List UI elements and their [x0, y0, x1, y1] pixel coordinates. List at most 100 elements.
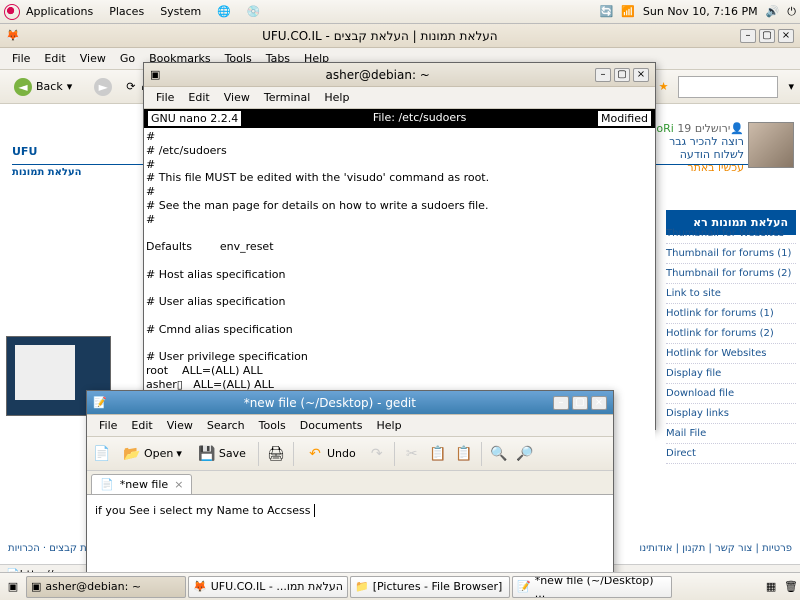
terminal-icon: ▣	[31, 580, 41, 593]
folder-icon: 📁	[355, 580, 369, 593]
gedit-titlebar[interactable]: 📝 *new file (~/Desktop) - gedit – ▢ ×	[87, 391, 613, 415]
back-button[interactable]: ◄Back▾	[6, 76, 80, 98]
update-icon[interactable]: 🔄	[599, 5, 613, 18]
separator	[258, 442, 259, 466]
close-tab-icon[interactable]: ×	[174, 478, 183, 491]
gnome-bottom-panel: ▣ ▣asher@debian: ~ 🦊UFU.CO.IL - ...העלאת…	[0, 572, 800, 600]
menu-search[interactable]: Search	[201, 417, 251, 434]
sidebar-link[interactable]: Hotlink for forums (1)	[666, 304, 796, 324]
sidebar-link[interactable]: Link to site	[666, 284, 796, 304]
gedit-icon: 📝	[517, 580, 531, 593]
trash-icon[interactable]: 🗑	[784, 580, 798, 593]
save-button[interactable]: 💾Save	[194, 443, 250, 465]
zoom-button[interactable]: ▾	[788, 80, 794, 93]
page-footer-links[interactable]: פרטיות | צור קשר | תקנון | אודותינו	[639, 543, 792, 554]
sidebar-link[interactable]: Hotlink for forums (2)	[666, 324, 796, 344]
sidebar-link[interactable]: Direct	[666, 444, 796, 464]
disk-icon: 💾	[198, 445, 216, 463]
menu-file[interactable]: File	[150, 89, 180, 106]
open-button[interactable]: 📂Open▾	[119, 443, 186, 465]
sidebar-link[interactable]: Display links	[666, 404, 796, 424]
sidebar-link[interactable]: Display file	[666, 364, 796, 384]
maximize-button[interactable]: ▢	[572, 396, 588, 410]
workspace-switcher[interactable]: ▦	[760, 580, 782, 593]
menu-edit[interactable]: Edit	[38, 50, 71, 67]
menu-tools[interactable]: Tools	[253, 417, 292, 434]
menu-places[interactable]: Places	[105, 3, 148, 20]
nano-modified: Modified	[598, 111, 651, 126]
network-icon[interactable]: 📶	[621, 5, 635, 18]
sidebar-link[interactable]: Thumbnail for forums (1)	[666, 244, 796, 264]
star-icon[interactable]: ★	[659, 80, 669, 93]
terminal-window: ▣ asher@debian: ~ – ▢ × File Edit View T…	[143, 62, 656, 430]
gedit-window: 📝 *new file (~/Desktop) - gedit – ▢ × Fi…	[86, 390, 614, 584]
editor-area[interactable]: if you See i select my Name to Accsess	[87, 495, 613, 525]
firefox-icon: 🦊	[193, 580, 207, 593]
menu-view[interactable]: View	[218, 89, 256, 106]
menu-go[interactable]: Go	[114, 50, 141, 67]
nano-version: GNU nano 2.2.4	[148, 111, 241, 126]
menu-view[interactable]: View	[74, 50, 112, 67]
show-desktop-icon[interactable]: ▣	[2, 580, 24, 593]
cursor	[310, 504, 315, 517]
close-button[interactable]: ×	[591, 396, 607, 410]
menu-edit[interactable]: Edit	[125, 417, 158, 434]
replace-icon[interactable]: 🔎	[516, 445, 534, 463]
copy-icon[interactable]: 📋	[429, 445, 447, 463]
clock[interactable]: Sun Nov 10, 7:16 PM	[643, 5, 758, 18]
task-gedit[interactable]: 📝*new file (~/Desktop) ...	[512, 576, 672, 598]
new-icon[interactable]: 📄	[93, 445, 111, 463]
minimize-button[interactable]: –	[553, 396, 569, 410]
sidebar-links: Thumbnail for WebsitesThumbnail for foru…	[666, 124, 796, 464]
undo-button[interactable]: ↶Undo	[302, 443, 360, 465]
print-icon[interactable]: 🖨	[267, 445, 285, 463]
maximize-button[interactable]: ▢	[614, 68, 630, 82]
debian-icon[interactable]	[4, 4, 20, 20]
undo-icon: ↶	[306, 445, 324, 463]
menu-terminal[interactable]: Terminal	[258, 89, 317, 106]
menu-system[interactable]: System	[156, 3, 205, 20]
close-button[interactable]: ×	[778, 29, 794, 43]
gedit-toolbar: 📄 📂Open▾ 💾Save 🖨 ↶Undo ↷ ✂ 📋 📋 🔍 🔎	[87, 437, 613, 471]
forward-button[interactable]: ►	[86, 76, 120, 98]
task-terminal[interactable]: ▣asher@debian: ~	[26, 576, 186, 598]
volume-icon[interactable]: 🔊	[766, 5, 780, 18]
power-icon[interactable]: ⏻	[787, 5, 796, 19]
sidebar-link[interactable]: Download file	[666, 384, 796, 404]
menu-help[interactable]: Help	[370, 417, 407, 434]
cut-icon[interactable]: ✂	[403, 445, 421, 463]
sidebar-link[interactable]: Thumbnail for forums (2)	[666, 264, 796, 284]
globe-icon[interactable]: 🌐	[213, 3, 235, 20]
sidebar-link[interactable]: Hotlink for Websites	[666, 344, 796, 364]
terminal-menubar: File Edit View Terminal Help	[144, 87, 655, 109]
redo-icon[interactable]: ↷	[368, 445, 386, 463]
tab-newfile[interactable]: 📄 *new file ×	[91, 474, 192, 494]
minimize-button[interactable]: –	[740, 29, 756, 43]
menu-file[interactable]: File	[93, 417, 123, 434]
terminal-title: asher@debian: ~	[160, 68, 595, 82]
gedit-icon: 📝	[93, 396, 107, 409]
terminal-titlebar[interactable]: ▣ asher@debian: ~ – ▢ ×	[144, 63, 655, 87]
menu-file[interactable]: File	[6, 50, 36, 67]
menu-view[interactable]: View	[161, 417, 199, 434]
maximize-button[interactable]: ▢	[759, 29, 775, 43]
close-button[interactable]: ×	[633, 68, 649, 82]
menu-help[interactable]: Help	[318, 89, 355, 106]
reload-icon[interactable]: ⟳	[126, 80, 135, 93]
search-icon[interactable]: 🔍	[490, 445, 508, 463]
minimize-button[interactable]: –	[595, 68, 611, 82]
sidebar-link[interactable]: Mail File	[666, 424, 796, 444]
disc-icon[interactable]: 💿	[243, 3, 265, 20]
task-filebrowser[interactable]: 📁[Pictures - File Browser]	[350, 576, 510, 598]
gedit-menubar: File Edit View Search Tools Documents He…	[87, 415, 613, 437]
menu-documents[interactable]: Documents	[294, 417, 369, 434]
nano-header: GNU nano 2.2.4 File: /etc/sudoers Modifi…	[144, 109, 655, 128]
menu-edit[interactable]: Edit	[182, 89, 215, 106]
sidebar-link[interactable]: Thumbnail for Websites	[666, 224, 796, 244]
firefox-titlebar[interactable]: 🦊 UFU.CO.IL - העלאת תמונות | העלאת קבצים…	[0, 24, 800, 48]
separator	[293, 442, 294, 466]
search-input[interactable]	[678, 76, 778, 98]
task-firefox[interactable]: 🦊UFU.CO.IL - ...העלאת תמו	[188, 576, 348, 598]
menu-applications[interactable]: Applications	[22, 3, 97, 20]
paste-icon[interactable]: 📋	[455, 445, 473, 463]
